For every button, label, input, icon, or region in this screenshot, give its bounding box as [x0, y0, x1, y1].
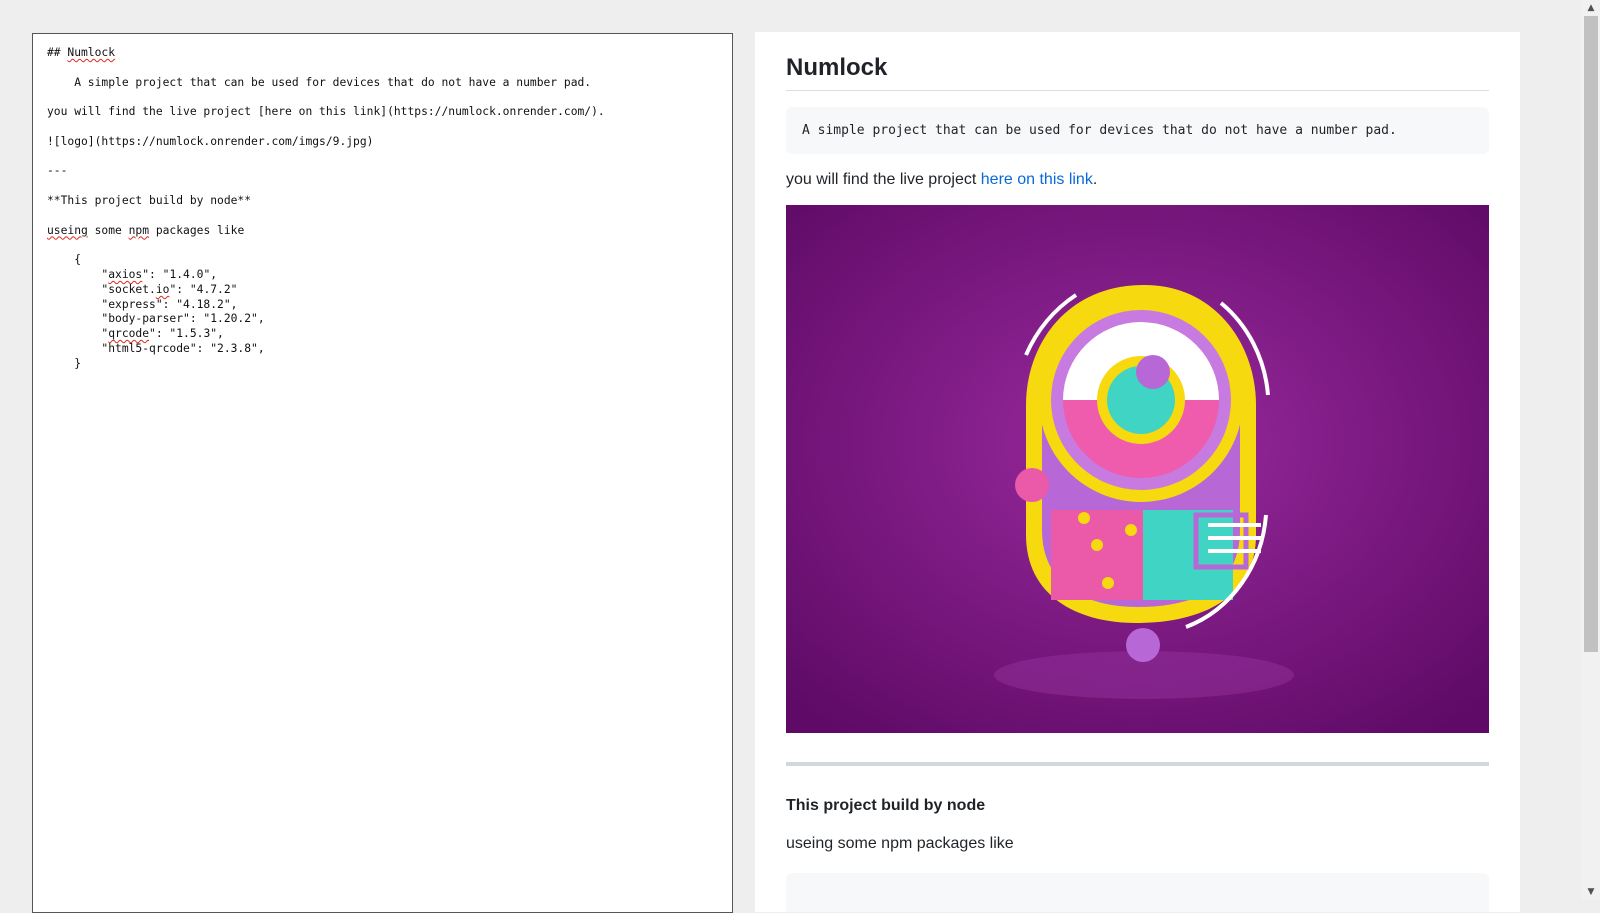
- preview-paragraph: useing some npm packages like: [786, 835, 1014, 852]
- editor-text: ## Numlock A simple project that can be …: [47, 46, 605, 370]
- preview-bold-text: This project build by node: [786, 797, 986, 814]
- spellcheck-word: npm: [128, 223, 150, 237]
- preview-heading: Numlock: [786, 54, 1489, 91]
- preview-paragraph: you will find the live project here on t…: [786, 171, 1098, 188]
- scrollbar-thumb[interactable]: [1584, 16, 1598, 652]
- page-scrollbar[interactable]: ▲ ▼: [1582, 0, 1600, 900]
- live-project-link[interactable]: here on this link: [981, 171, 1093, 188]
- preview-code-block: [786, 873, 1489, 912]
- markdown-editor[interactable]: ## Numlock A simple project that can be …: [32, 33, 733, 913]
- spellcheck-word: Numlock: [67, 46, 116, 59]
- markdown-preview: Numlock A simple project that can be use…: [755, 32, 1520, 912]
- scroll-down-icon[interactable]: ▼: [1582, 884, 1600, 900]
- scroll-up-icon[interactable]: ▲: [1582, 0, 1600, 16]
- logo-image: [786, 205, 1489, 733]
- spellcheck-word: useing: [47, 223, 88, 237]
- spellcheck-word: io: [155, 282, 170, 296]
- preview-code-block: A simple project that can be used for de…: [786, 107, 1489, 154]
- number-nine-artwork: [786, 205, 1489, 733]
- spellcheck-word: qrcode: [108, 327, 150, 341]
- spellcheck-word: axios: [108, 267, 143, 281]
- horizontal-rule: [786, 762, 1489, 766]
